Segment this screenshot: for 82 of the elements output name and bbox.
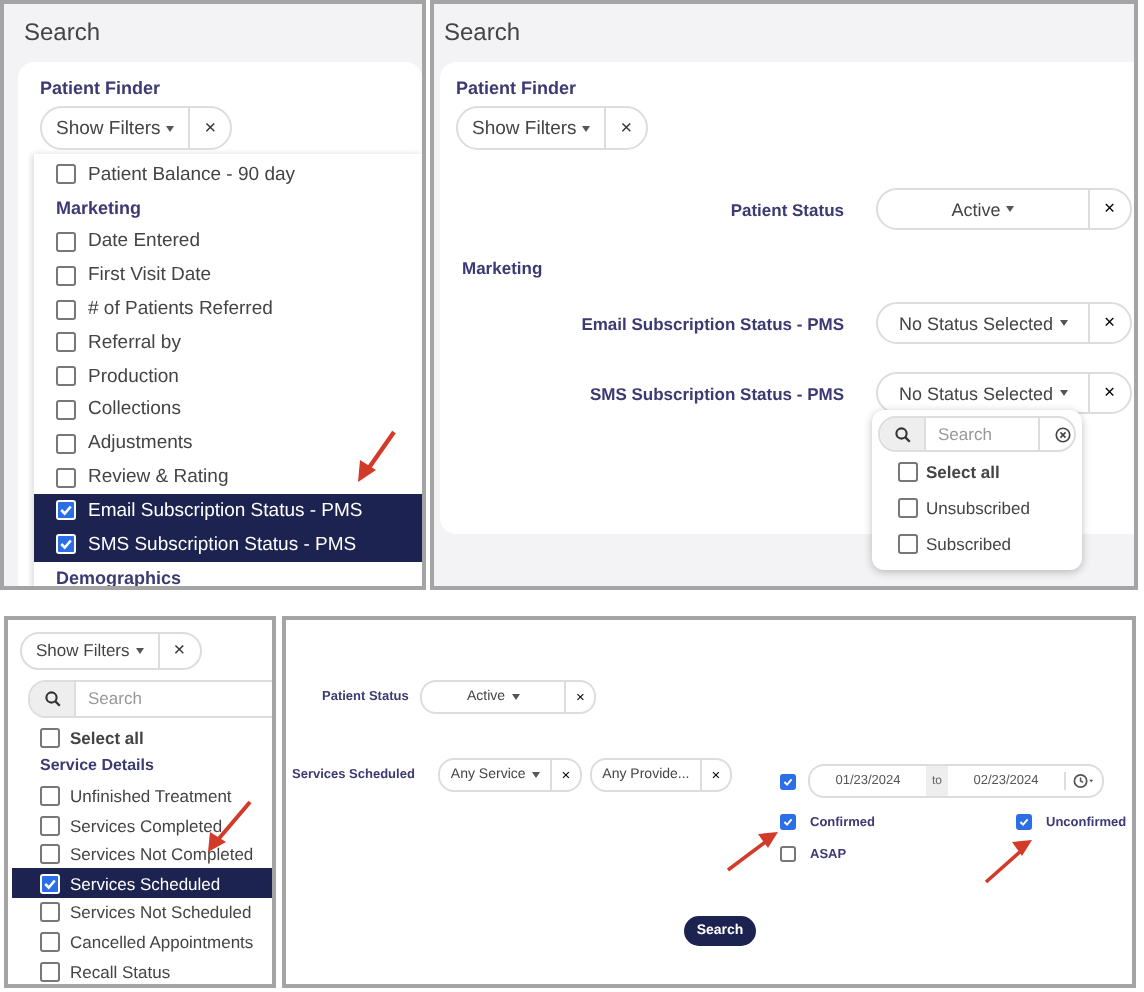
menu-item[interactable]: Referral by bbox=[34, 325, 422, 360]
checkbox[interactable] bbox=[56, 467, 76, 488]
checkbox[interactable] bbox=[56, 332, 76, 353]
checkbox[interactable] bbox=[40, 785, 60, 806]
dropdown[interactable]: Active bbox=[878, 190, 1090, 228]
clear-button[interactable]: × bbox=[1090, 190, 1130, 228]
checkbox[interactable] bbox=[40, 961, 60, 982]
dropdown[interactable]: No Status Selected bbox=[878, 304, 1090, 342]
show-filters-button[interactable]: Show Filters bbox=[22, 633, 160, 667]
search-field[interactable]: Search bbox=[878, 416, 1076, 452]
menu-item[interactable]: Unsubscribed bbox=[878, 490, 1076, 524]
checkbox[interactable] bbox=[40, 931, 60, 952]
show-filters-button[interactable]: Show Filters bbox=[42, 108, 191, 148]
section-title: Patient Finder bbox=[456, 78, 579, 98]
search-field[interactable]: Search bbox=[28, 679, 272, 717]
search-icon bbox=[43, 689, 61, 707]
annotation-arrow bbox=[726, 832, 778, 872]
checkbox[interactable] bbox=[40, 844, 60, 865]
menu-item[interactable]: First Visit Date bbox=[34, 258, 422, 293]
clear-button[interactable]: × bbox=[606, 108, 647, 148]
menu-item[interactable]: # of Patients Referred bbox=[34, 292, 422, 326]
menu-heading: Service Details bbox=[38, 754, 156, 779]
field-label: Email Subscription Status - PMS bbox=[579, 313, 844, 333]
caret-icon bbox=[1006, 206, 1015, 212]
checkbox[interactable] bbox=[898, 497, 918, 517]
checkbox[interactable] bbox=[40, 727, 60, 748]
show-filters-button[interactable]: Show Filters bbox=[458, 108, 607, 148]
checkbox[interactable] bbox=[1016, 814, 1032, 830]
checkbox[interactable] bbox=[56, 433, 76, 454]
menu-item[interactable]: Review & Rating bbox=[34, 460, 422, 494]
menu-item[interactable]: Services Completed bbox=[12, 810, 272, 840]
menu-item[interactable]: Services Not Scheduled bbox=[12, 898, 272, 928]
checkbox[interactable] bbox=[898, 461, 918, 481]
caret-icon bbox=[135, 647, 144, 653]
clear-button[interactable]: × bbox=[159, 633, 200, 667]
checkbox[interactable] bbox=[780, 814, 796, 830]
menu-item[interactable]: Cancelled Appointments bbox=[12, 927, 272, 957]
menu-item[interactable]: Date Entered bbox=[34, 225, 422, 259]
field-label: Patient Status bbox=[728, 199, 844, 219]
field-label: SMS Subscription Status - PMS bbox=[587, 383, 844, 403]
menu-item[interactable]: Services Scheduled bbox=[12, 868, 272, 899]
menu-item[interactable]: Email Subscription Status - PMS bbox=[34, 493, 422, 528]
menu-item[interactable]: Select all bbox=[12, 723, 272, 753]
checkbox[interactable] bbox=[56, 265, 76, 286]
menu-heading: Marketing bbox=[54, 195, 144, 222]
checkbox[interactable] bbox=[56, 164, 76, 185]
menu-item[interactable]: SMS Subscription Status - PMS bbox=[34, 527, 422, 562]
section-heading: Marketing bbox=[462, 258, 545, 278]
checkbox[interactable] bbox=[780, 846, 796, 862]
search-icon bbox=[893, 425, 911, 443]
checkbox[interactable] bbox=[56, 231, 76, 252]
menu-item[interactable]: Production bbox=[34, 359, 422, 394]
annotation-arrow bbox=[984, 840, 1032, 884]
clear-button[interactable]: × bbox=[190, 108, 231, 148]
caret-icon bbox=[166, 125, 175, 131]
clear-button[interactable]: × bbox=[1090, 304, 1130, 342]
checkbox[interactable] bbox=[56, 299, 76, 320]
panel-title: Search bbox=[442, 16, 523, 50]
caret-icon bbox=[1059, 390, 1068, 396]
checkbox[interactable] bbox=[898, 533, 918, 553]
menu-item[interactable]: Select all bbox=[878, 454, 1076, 488]
checkbox[interactable] bbox=[56, 399, 76, 420]
menu-item[interactable]: Unfinished Treatment bbox=[12, 781, 272, 811]
caret-icon bbox=[531, 772, 540, 778]
checkbox[interactable] bbox=[56, 366, 76, 387]
menu-item[interactable]: Subscribed bbox=[878, 526, 1076, 560]
clear-button[interactable]: × bbox=[1090, 374, 1130, 412]
section-title: Patient Finder bbox=[40, 78, 163, 98]
menu-item[interactable]: Collections bbox=[34, 393, 422, 427]
caret-icon bbox=[582, 125, 591, 131]
caret-icon bbox=[511, 694, 520, 700]
menu-item[interactable]: Recall Status bbox=[12, 956, 272, 984]
checkbox[interactable] bbox=[40, 815, 60, 836]
caret-icon bbox=[1059, 320, 1068, 326]
menu-item[interactable]: Patient Balance - 90 day bbox=[34, 158, 422, 192]
annotation-arrow bbox=[358, 430, 396, 482]
checkbox[interactable] bbox=[40, 902, 60, 923]
menu-item[interactable]: Adjustments bbox=[34, 426, 422, 461]
menu-item[interactable]: Services Not Completed bbox=[12, 839, 272, 869]
panel-title: Search bbox=[22, 16, 103, 50]
clear-icon[interactable] bbox=[1054, 425, 1072, 443]
checkbox[interactable] bbox=[780, 773, 796, 789]
